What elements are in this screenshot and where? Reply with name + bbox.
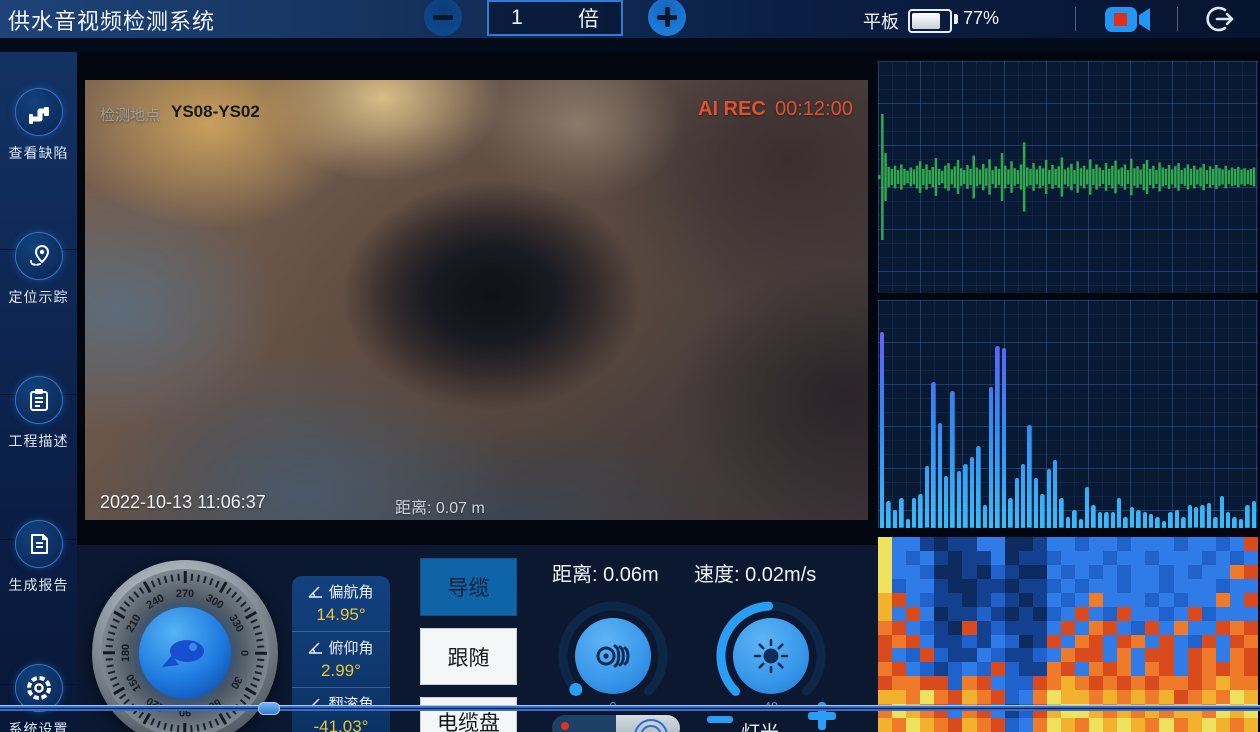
- yaw-label: 偏航角: [328, 581, 373, 602]
- battery-nub: [954, 14, 958, 24]
- rov-heading-indicator: [139, 607, 231, 699]
- zoom-in-button[interactable]: [648, 0, 686, 36]
- cable-reel-toggle[interactable]: [552, 715, 680, 732]
- app-screen: 供水音视频检测系统 1 倍 平板 77%: [0, 0, 1260, 732]
- sidebar-item-system-settings[interactable]: 系统设置: [0, 664, 77, 732]
- angle-icon: [308, 585, 323, 598]
- spectrum-chart: [878, 300, 1258, 528]
- cable-reel-icon: [593, 639, 633, 673]
- roll-value: -41.03°: [292, 717, 390, 732]
- brightness-icon: [751, 636, 791, 676]
- inspection-site-value: YS08-YS02: [171, 102, 260, 122]
- rec-timer: 00:12:00: [775, 98, 853, 121]
- pitch-row: 俯仰角 2.99°: [292, 631, 390, 687]
- inspection-site-label: 检测地点: [100, 104, 160, 125]
- battery-icon: [908, 9, 952, 33]
- cable-guide-button[interactable]: 导缆: [420, 558, 517, 616]
- yaw-value: 14.95°: [292, 605, 390, 625]
- ai-rec-badge: AI REC: [698, 98, 766, 121]
- toggle-on-side: [616, 715, 680, 732]
- light-minus-button[interactable]: [707, 716, 733, 723]
- status-dot: [561, 722, 569, 730]
- horizontal-scrollbar[interactable]: [0, 705, 1260, 711]
- pitch-value: 2.99°: [292, 661, 390, 681]
- scrollbar-handle[interactable]: [258, 702, 280, 715]
- clipboard-icon: [15, 376, 63, 424]
- follow-button[interactable]: 跟随: [420, 628, 517, 685]
- waveform-svg: [878, 61, 1258, 293]
- zoom-unit: 倍: [578, 3, 599, 33]
- report-icon: [15, 520, 63, 568]
- exit-icon: [1203, 3, 1235, 35]
- video-camera-icon: [1103, 3, 1153, 35]
- location-trace-icon: [15, 232, 63, 280]
- distance-readout: 距离: 0.06m: [552, 558, 659, 587]
- topbar: 供水音视频检测系统 1 倍 平板 77%: [0, 0, 1260, 38]
- cable-knob-center[interactable]: [575, 618, 651, 694]
- pipe-defect-icon: [15, 88, 63, 136]
- sidebar-item-location-trace[interactable]: 定位示踪: [0, 232, 77, 307]
- topbar-divider: [1177, 7, 1178, 31]
- speed-readout: 速度: 0.02m/s: [694, 558, 816, 587]
- waveform-chart: [878, 61, 1258, 293]
- toggle-off-side: [552, 715, 616, 732]
- yaw-row: 偏航角 14.95°: [292, 576, 390, 631]
- video-distance-overlay: 距离: 0.07 m: [395, 494, 485, 518]
- spectrum-bars: [879, 300, 1257, 528]
- sidebar-item-view-defects[interactable]: 查看缺陷: [0, 88, 77, 163]
- zoom-value: 1: [511, 6, 523, 30]
- sidebar-item-generate-report[interactable]: 生成报告: [0, 520, 77, 595]
- zoom-out-button[interactable]: [424, 0, 462, 36]
- spectrogram-chart: [878, 537, 1258, 732]
- minus-icon: [433, 7, 453, 27]
- sidebar-item-project-description[interactable]: 工程描述: [0, 376, 77, 451]
- reel-rings-icon: [634, 719, 668, 732]
- light-label: 灯光: [741, 718, 779, 732]
- record-camera-button[interactable]: [1103, 3, 1153, 35]
- plus-icon: [657, 7, 677, 27]
- zoom-level-display: 1 倍: [487, 0, 623, 36]
- cable-reel-button[interactable]: 电缆盘: [420, 697, 517, 732]
- battery-percent: 77%: [963, 8, 999, 29]
- cable-knob[interactable]: [556, 599, 670, 713]
- exit-button[interactable]: [1203, 3, 1235, 35]
- angle-icon: [308, 641, 323, 654]
- app-title: 供水音视频检测系统: [8, 4, 215, 36]
- rov-icon: [159, 633, 211, 673]
- pitch-label: 俯仰角: [328, 637, 373, 658]
- video-feed: 检测地点 YS08-YS02 AI REC 00:12:00 2022-10-1…: [85, 80, 868, 520]
- topbar-divider: [1075, 7, 1076, 31]
- light-knob-center[interactable]: [733, 618, 809, 694]
- battery-fill: [912, 13, 940, 29]
- topbar-shadow-band: [0, 38, 1260, 52]
- sidebar: 查看缺陷 定位示踪: [0, 52, 77, 732]
- tablet-label: 平板: [863, 8, 899, 34]
- light-knob[interactable]: [714, 599, 828, 713]
- video-timestamp: 2022-10-13 11:06:37: [100, 492, 266, 513]
